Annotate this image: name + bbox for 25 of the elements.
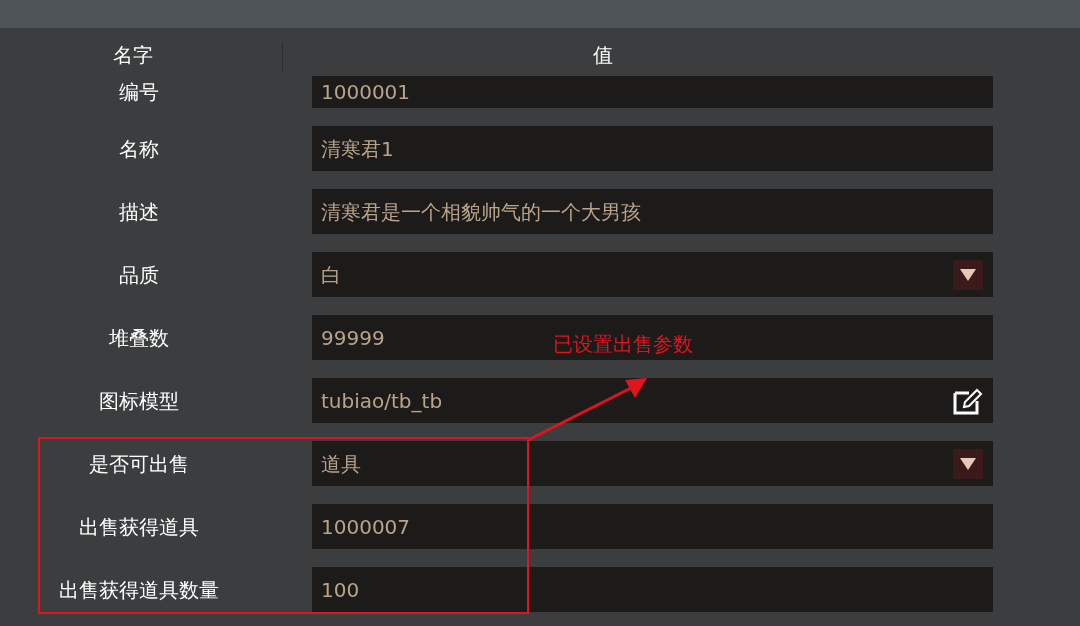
path-field[interactable]: tubiao/tb_tb xyxy=(312,378,993,423)
dropdown-button[interactable] xyxy=(953,448,983,479)
caret-icon xyxy=(960,457,976,470)
input-field[interactable]: 清寒君1 xyxy=(312,126,993,171)
field-label: 出售获得道具数量 xyxy=(58,576,219,603)
field-label: 是否可出售 xyxy=(88,450,189,477)
input-field[interactable]: 1000007 xyxy=(312,504,993,549)
column-header: 值 xyxy=(593,42,613,68)
field-label: 描述 xyxy=(118,198,159,225)
column-header: 名字 xyxy=(113,42,153,69)
dropdown-field[interactable]: 白 xyxy=(312,252,993,297)
input-field[interactable]: 清寒君是一个相貌帅气的一个大男孩 xyxy=(312,189,993,234)
dropdown-field[interactable]: 道具 xyxy=(312,441,993,486)
field-label: 编号 xyxy=(118,79,159,105)
field-label: 图标模型 xyxy=(98,387,179,414)
edit-icon[interactable] xyxy=(953,386,983,415)
annotation-text: 已设置出售参数 xyxy=(553,331,693,357)
input-field[interactable]: 1000001 xyxy=(312,76,993,108)
input-field[interactable]: 100 xyxy=(312,567,993,612)
field-label: 堆叠数 xyxy=(108,324,169,351)
dropdown-button[interactable] xyxy=(953,259,983,290)
caret-icon xyxy=(960,268,976,281)
field-label: 品质 xyxy=(118,261,159,288)
field-label: 出售获得道具 xyxy=(78,513,199,540)
field-label: 名称 xyxy=(118,135,159,162)
